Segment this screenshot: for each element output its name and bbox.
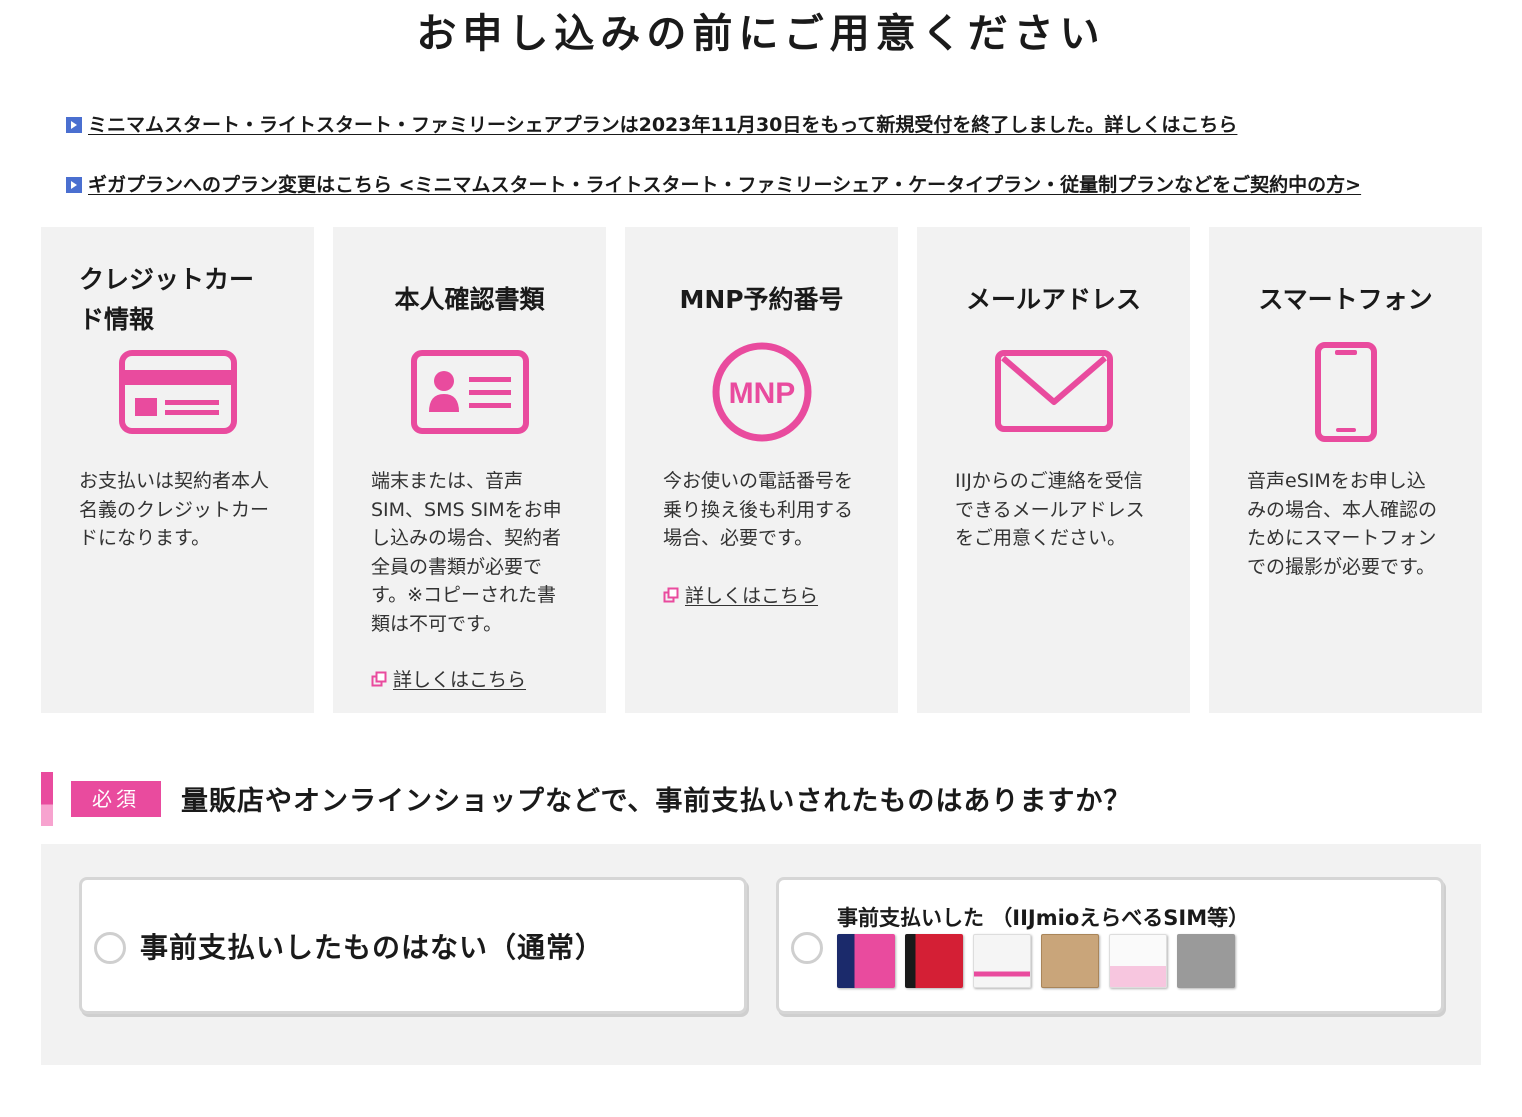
credit-card-icon [41,337,314,447]
radio-button[interactable] [94,932,126,964]
option-prepaid[interactable]: 事前支払いした （IIJmioえらべるSIM等） [776,877,1444,1014]
required-badge: 必須 [71,781,161,817]
card-title: 本人確認書類 [394,285,545,314]
card-title: メールアドレス [965,285,1141,314]
requirements-cards: クレジットカード情報 お支払いは契約者本人名義のクレジットカードになります。 本… [41,227,1482,713]
card-title: クレジットカード情報 [79,265,255,334]
notice-plan-change-link[interactable]: ギガプランへのプラン変更はこちら <ミニマムスタート・ライトスタート・ファミリー… [88,173,1361,197]
card-details-link[interactable]: 詳しくはこちら [371,665,526,692]
arrow-right-icon [66,177,82,193]
option-no-prepayment[interactable]: 事前支払いしたものはない（通常） [79,877,747,1014]
product-package-image [973,934,1031,988]
radio-button[interactable] [791,932,823,964]
card-email-address: メールアドレス IIJからのご連絡を受信できるメールアドレスをご用意ください。 [917,227,1190,713]
details-link-text[interactable]: 詳しくはこちら [685,581,818,608]
notice-plan-change[interactable]: ギガプランへのプラン変更はこちら <ミニマムスタート・ライトスタート・ファミリー… [66,173,1361,197]
product-package-image [1109,934,1167,988]
mnp-icon-text: MNP [728,377,795,410]
prepaid-product-images [837,934,1235,988]
card-title: MNP予約番号 [679,285,844,314]
card-credit-card: クレジットカード情報 お支払いは契約者本人名義のクレジットカードになります。 [41,227,314,713]
section-accent-bar [41,772,53,826]
options-panel: 事前支払いしたものはない（通常） 事前支払いした （IIJmioえらべるSIM等… [41,844,1481,1065]
product-package-image [905,934,963,988]
notice-plan-end-link[interactable]: ミニマムスタート・ライトスタート・ファミリーシェアプランは2023年11月30日… [88,113,1237,137]
card-id-documents: 本人確認書類 端末または、音声SIM、SMS SIMをお申し込みの場合、契約者全… [333,227,606,713]
card-description: お支払いは契約者本人名義のクレジットカードになります。 [79,470,270,549]
mnp-icon: MNP [625,337,898,447]
card-description: 音声eSIMをお申し込みの場合、本人確認のためにスマートフォンでの撮影が必要です… [1247,470,1438,578]
card-mnp-number: MNP予約番号 MNP 今お使いの電話番号を乗り換え後も利用する場合、必要です。… [625,227,898,713]
card-description: IIJからのご連絡を受信できるメールアドレスをご用意ください。 [955,470,1145,549]
envelope-icon [917,337,1190,447]
card-description: 今お使いの電話番号を乗り換え後も利用する場合、必要です。 [663,470,854,549]
smartphone-icon [1209,337,1482,447]
card-title: スマートフォン [1258,285,1433,314]
external-link-icon [371,671,387,686]
product-package-image [1041,934,1099,988]
external-link-icon [663,587,679,602]
option-label: 事前支払いした （IIJmioえらべるSIM等） [837,906,1250,930]
page-title: お申し込みの前にご用意ください [416,11,1106,57]
card-smartphone: スマートフォン 音声eSIMをお申し込みの場合、本人確認のためにスマートフォンで… [1209,227,1482,713]
product-package-image [1177,934,1235,988]
option-label: 事前支払いしたものはない（通常） [140,931,605,964]
notice-plan-end[interactable]: ミニマムスタート・ライトスタート・ファミリーシェアプランは2023年11月30日… [66,113,1237,137]
details-link-text[interactable]: 詳しくはこちら [393,665,526,692]
card-description: 端末または、音声SIM、SMS SIMをお申し込みの場合、契約者全員の書類が必要… [371,470,562,635]
card-details-link[interactable]: 詳しくはこちら [663,581,818,608]
arrow-right-icon [66,117,82,133]
id-card-icon [333,337,606,447]
product-package-image [837,934,895,988]
question-text: 量販店やオンラインショップなどで、事前支払いされたものはありますか？ [181,786,1132,817]
